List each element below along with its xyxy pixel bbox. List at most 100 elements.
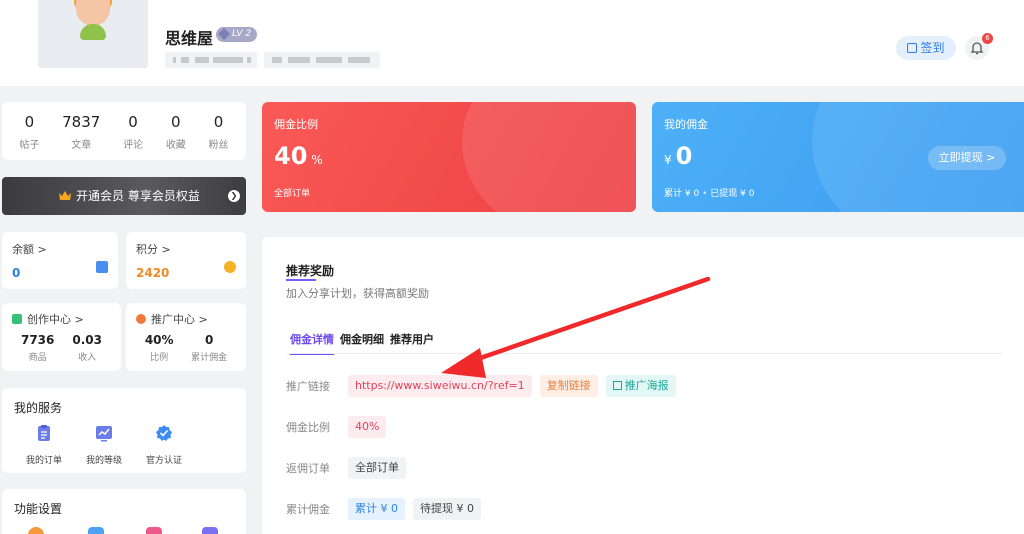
field-label: 累计佣金 xyxy=(286,503,330,516)
promo-title: 推广中心 > xyxy=(151,313,208,326)
qr-code-icon xyxy=(612,381,622,390)
wallet-icon xyxy=(96,261,108,273)
poster-button[interactable]: 推广海报 xyxy=(605,375,676,397)
stat-followers[interactable]: 0 粉丝 xyxy=(209,102,229,160)
balance-value: 0 xyxy=(12,266,21,280)
creator-income-label: 收入 xyxy=(78,353,97,363)
stat-posts[interactable]: 0 帖子 xyxy=(19,102,39,160)
creator-income-value: 0.03 xyxy=(72,333,102,347)
promo-total-value: 0 xyxy=(205,333,214,347)
creator-title: 创作中心 > xyxy=(27,313,84,326)
stat-value: 7837 xyxy=(62,113,101,131)
masked-info-1 xyxy=(165,52,257,68)
title-underline xyxy=(286,279,316,281)
level-gem-icon xyxy=(218,28,230,40)
commission-rate-card: 佣金比例 40% 全部订单 xyxy=(262,102,636,212)
field-label: 佣金比例 xyxy=(286,421,330,434)
points-title: 积分 > xyxy=(136,243,171,256)
stat-label: 评论 xyxy=(123,140,144,151)
promo-total-label: 累计佣金 xyxy=(191,353,228,363)
orders-value-tag: 全部订单 xyxy=(348,457,406,479)
rate-value-tag: 40% xyxy=(348,416,387,438)
tab-referred-users[interactable]: 推荐用户 xyxy=(390,331,434,355)
stat-favorites[interactable]: 0 收藏 xyxy=(166,102,186,160)
level-text: LV 2 xyxy=(232,29,252,39)
stat-label: 粉丝 xyxy=(208,140,229,151)
promotion-center-card[interactable]: 推广中心 > 40% 比例 0 累计佣金 xyxy=(126,303,246,371)
avatar[interactable] xyxy=(38,0,148,68)
referral-panel: 推荐奖励 加入分享计划，获得高额奖励 佣金详情 佣金明细 推荐用户 推广链接 h… xyxy=(262,237,1024,534)
signin-button[interactable]: 签到 xyxy=(896,36,956,60)
verified-badge-icon xyxy=(156,425,172,441)
services-title: 我的服务 xyxy=(14,401,63,415)
stat-label: 帖子 xyxy=(19,140,40,151)
commission-rate-title: 佣金比例 xyxy=(274,118,318,131)
stat-value: 0 xyxy=(213,113,224,131)
points-card[interactable]: 积分 > 2420 xyxy=(126,232,246,289)
referral-title: 推荐奖励 xyxy=(286,264,335,278)
tab-commission-records[interactable]: 佣金明细 xyxy=(340,331,384,355)
calendar-icon xyxy=(907,43,918,53)
divider xyxy=(286,353,1002,354)
stat-comments[interactable]: 0 评论 xyxy=(123,102,143,160)
stat-value: 0 xyxy=(171,113,181,131)
withdraw-button[interactable]: 立即提现 > xyxy=(928,146,1006,170)
promo-rate-label: 比例 xyxy=(150,353,169,363)
signin-label: 签到 xyxy=(920,41,945,55)
my-commission-card: 我的佣金 ¥0 累计 ¥ 0 • 已提现 ¥ 0 立即提现 > xyxy=(652,102,1024,212)
stat-label: 收藏 xyxy=(165,140,186,151)
service-official-verify[interactable]: 官方认证 xyxy=(134,424,194,466)
my-commission-value: ¥0 xyxy=(664,142,692,170)
masked-info-2 xyxy=(264,52,380,68)
total-value-tag: 累计 ¥ 0 xyxy=(348,498,405,520)
service-label: 官方认证 xyxy=(145,456,182,466)
arrow-right-icon: ❯ xyxy=(228,190,240,202)
poster-label: 推广海报 xyxy=(624,379,669,392)
avatar-body xyxy=(80,24,106,40)
gift-icon[interactable] xyxy=(146,527,162,534)
stat-label: 文章 xyxy=(71,140,92,151)
card-decoration xyxy=(462,102,636,212)
money-bag-icon xyxy=(136,314,146,324)
service-my-orders[interactable]: 我的订单 xyxy=(14,424,74,466)
stat-articles[interactable]: 7837 文章 xyxy=(62,102,100,160)
service-my-level[interactable]: 我的等级 xyxy=(74,424,134,466)
stat-value: 0 xyxy=(24,113,35,131)
service-label: 我的等级 xyxy=(85,456,122,466)
row-total-commission: 累计佣金 累计 ¥ 0 待提现 ¥ 0 xyxy=(286,497,489,521)
shield-icon[interactable] xyxy=(202,527,218,534)
settings-card: 功能设置 xyxy=(2,489,246,534)
settings-item-icon[interactable] xyxy=(28,527,44,534)
copy-link-button[interactable]: 复制链接 xyxy=(539,375,598,397)
my-commission-title: 我的佣金 xyxy=(664,118,708,131)
vip-label: 开通会员 尊享会员权益 xyxy=(76,189,200,203)
creator-products-label: 商品 xyxy=(28,353,47,363)
row-commission-rate: 佣金比例 40% xyxy=(286,415,394,439)
tab-commission-details[interactable]: 佣金详情 xyxy=(290,331,334,355)
referral-tabs: 佣金详情 佣金明细 推荐用户 xyxy=(290,331,434,355)
profile-header: 思维屋 LV 2 签到 6 xyxy=(0,0,1024,86)
points-value: 2420 xyxy=(136,266,170,280)
notification-count-badge: 6 xyxy=(982,33,993,44)
username: 思维屋 xyxy=(165,29,214,48)
clipboard-icon xyxy=(38,425,50,441)
referral-link[interactable]: https://www.siweiwu.cn/?ref=1 xyxy=(348,375,532,397)
level-badge: LV 2 xyxy=(216,27,258,42)
withdrawn-amount: 已提现 ¥ 0 xyxy=(710,189,755,199)
stats-card: 0 帖子 7837 文章 0 评论 0 收藏 0 粉丝 xyxy=(2,102,246,160)
creator-products-value: 7736 xyxy=(20,333,55,347)
service-label: 我的订单 xyxy=(25,456,62,466)
my-commission-footer: 累计 ¥ 0 • 已提现 ¥ 0 xyxy=(664,189,755,199)
vip-banner[interactable]: 开通会员 尊享会员权益 ❯ xyxy=(2,177,246,215)
rate-number: 40 xyxy=(274,142,308,170)
settings-item-icon[interactable] xyxy=(88,527,104,534)
creator-icon xyxy=(12,314,22,324)
balance-card[interactable]: 余额 > 0 xyxy=(2,232,118,289)
total-commission: 累计 ¥ 0 xyxy=(664,189,700,199)
creator-center-card[interactable]: 创作中心 > 7736 商品 0.03 收入 xyxy=(2,303,121,371)
balance-title: 余额 > xyxy=(12,243,47,256)
field-label: 返佣订单 xyxy=(286,462,330,475)
row-referral-link: 推广链接 https://www.siweiwu.cn/?ref=1 复制链接 … xyxy=(286,374,684,398)
stat-value: 0 xyxy=(128,113,138,131)
my-services-card: 我的服务 我的订单 我的等级 官方认证 xyxy=(2,388,246,473)
